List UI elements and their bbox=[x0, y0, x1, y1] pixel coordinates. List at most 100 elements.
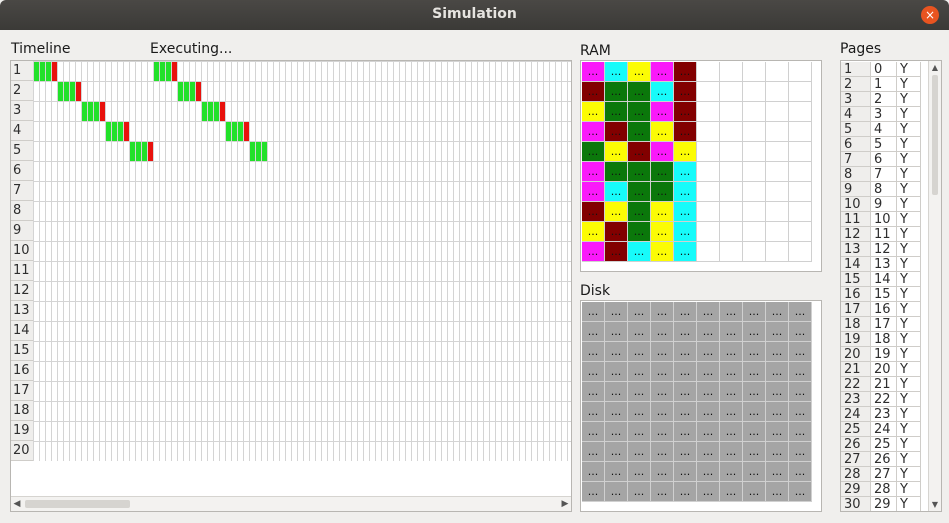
ram-frame-cell[interactable]: ... bbox=[605, 162, 628, 182]
page-row[interactable]: 28 27 Y bbox=[841, 467, 927, 482]
disk-block-cell[interactable]: ... bbox=[743, 482, 766, 502]
disk-block-cell[interactable]: ... bbox=[720, 322, 743, 342]
disk-block-cell[interactable]: ... bbox=[789, 382, 812, 402]
ram-frame-cell[interactable]: ... bbox=[582, 122, 605, 142]
ram-empty-cell[interactable] bbox=[697, 222, 720, 242]
disk-block-cell[interactable]: ... bbox=[674, 422, 697, 442]
ram-frame-cell[interactable]: ... bbox=[582, 162, 605, 182]
ram-frame-cell[interactable]: ... bbox=[582, 202, 605, 222]
ram-empty-cell[interactable] bbox=[720, 182, 743, 202]
disk-block-cell[interactable]: ... bbox=[628, 342, 651, 362]
ram-empty-cell[interactable] bbox=[789, 202, 812, 222]
ram-frame-cell[interactable]: ... bbox=[605, 122, 628, 142]
disk-block-cell[interactable]: ... bbox=[720, 382, 743, 402]
page-row[interactable]: 27 26 Y bbox=[841, 452, 927, 467]
disk-block-cell[interactable]: ... bbox=[674, 382, 697, 402]
pages-scroll-thumb[interactable] bbox=[932, 75, 938, 195]
page-row[interactable]: 30 29 Y bbox=[841, 497, 927, 511]
ram-frame-cell[interactable]: ... bbox=[674, 142, 697, 162]
disk-block-cell[interactable]: ... bbox=[766, 362, 789, 382]
ram-empty-cell[interactable] bbox=[789, 162, 812, 182]
disk-block-cell[interactable]: ... bbox=[651, 422, 674, 442]
disk-block-cell[interactable]: ... bbox=[766, 462, 789, 482]
ram-frame-cell[interactable]: ... bbox=[674, 62, 697, 82]
ram-empty-cell[interactable] bbox=[766, 162, 789, 182]
disk-block-cell[interactable]: ... bbox=[605, 462, 628, 482]
disk-block-cell[interactable]: ... bbox=[743, 382, 766, 402]
ram-frame-cell[interactable]: ... bbox=[674, 102, 697, 122]
ram-frame-cell[interactable]: ... bbox=[628, 142, 651, 162]
disk-block-cell[interactable]: ... bbox=[674, 402, 697, 422]
ram-frame-cell[interactable]: ... bbox=[628, 62, 651, 82]
disk-block-cell[interactable]: ... bbox=[674, 302, 697, 322]
disk-block-cell[interactable]: ... bbox=[582, 402, 605, 422]
disk-block-cell[interactable]: ... bbox=[582, 382, 605, 402]
page-row[interactable]: 43Y bbox=[841, 107, 927, 122]
ram-frame-cell[interactable]: ... bbox=[674, 162, 697, 182]
disk-block-cell[interactable]: ... bbox=[605, 442, 628, 462]
disk-block-cell[interactable]: ... bbox=[720, 422, 743, 442]
disk-block-cell[interactable]: ... bbox=[651, 382, 674, 402]
ram-empty-cell[interactable] bbox=[697, 82, 720, 102]
disk-block-cell[interactable]: ... bbox=[743, 402, 766, 422]
disk-block-cell[interactable]: ... bbox=[720, 402, 743, 422]
disk-block-cell[interactable]: ... bbox=[651, 302, 674, 322]
ram-frame-cell[interactable]: ... bbox=[651, 62, 674, 82]
ram-frame-cell[interactable]: ... bbox=[605, 62, 628, 82]
disk-block-cell[interactable]: ... bbox=[789, 402, 812, 422]
disk-block-cell[interactable]: ... bbox=[697, 462, 720, 482]
ram-frame-cell[interactable]: ... bbox=[582, 142, 605, 162]
ram-frame-cell[interactable]: ... bbox=[651, 82, 674, 102]
timeline-scroll-thumb[interactable] bbox=[25, 500, 130, 508]
ram-empty-cell[interactable] bbox=[766, 102, 789, 122]
ram-empty-cell[interactable] bbox=[720, 242, 743, 262]
ram-frame-cell[interactable]: ... bbox=[582, 182, 605, 202]
disk-block-cell[interactable]: ... bbox=[720, 302, 743, 322]
disk-block-cell[interactable]: ... bbox=[789, 322, 812, 342]
disk-block-cell[interactable]: ... bbox=[605, 322, 628, 342]
ram-frame-cell[interactable]: ... bbox=[628, 242, 651, 262]
ram-empty-cell[interactable] bbox=[789, 242, 812, 262]
ram-frame-cell[interactable]: ... bbox=[605, 182, 628, 202]
disk-block-cell[interactable]: ... bbox=[674, 442, 697, 462]
disk-block-cell[interactable]: ... bbox=[766, 442, 789, 462]
disk-block-cell[interactable]: ... bbox=[789, 422, 812, 442]
disk-block-cell[interactable]: ... bbox=[697, 482, 720, 502]
ram-empty-cell[interactable] bbox=[720, 62, 743, 82]
ram-empty-cell[interactable] bbox=[743, 242, 766, 262]
disk-block-cell[interactable]: ... bbox=[651, 362, 674, 382]
ram-empty-cell[interactable] bbox=[697, 202, 720, 222]
disk-block-cell[interactable]: ... bbox=[743, 342, 766, 362]
disk-block-cell[interactable]: ... bbox=[628, 382, 651, 402]
disk-block-cell[interactable]: ... bbox=[651, 462, 674, 482]
disk-block-cell[interactable]: ... bbox=[651, 322, 674, 342]
ram-frame-cell[interactable]: ... bbox=[582, 82, 605, 102]
disk-block-cell[interactable]: ... bbox=[789, 442, 812, 462]
page-row[interactable]: 76Y bbox=[841, 152, 927, 167]
disk-table[interactable]: ........................................… bbox=[580, 300, 822, 512]
page-row[interactable]: 32Y bbox=[841, 92, 927, 107]
ram-empty-cell[interactable] bbox=[766, 82, 789, 102]
disk-block-cell[interactable]: ... bbox=[628, 302, 651, 322]
disk-block-cell[interactable]: ... bbox=[605, 362, 628, 382]
ram-frame-cell[interactable]: ... bbox=[651, 162, 674, 182]
ram-frame-cell[interactable]: ... bbox=[651, 122, 674, 142]
page-row[interactable]: 19 18 Y bbox=[841, 332, 927, 347]
pages-table[interactable]: ▲ ▼ 1 0 Y 2 1 Y 3 2 Y 4 3 Y 5 4 Y 6 5 Y 7 6 Y 8 7 Y 9 8 Y 10 9 Y 11 10 Y… bbox=[840, 60, 942, 512]
disk-block-cell[interactable]: ... bbox=[605, 342, 628, 362]
ram-empty-cell[interactable] bbox=[766, 202, 789, 222]
timeline-horizontal-scrollbar[interactable]: ◀ ▶ bbox=[11, 496, 571, 511]
ram-empty-cell[interactable] bbox=[720, 142, 743, 162]
ram-empty-cell[interactable] bbox=[789, 222, 812, 242]
disk-block-cell[interactable]: ... bbox=[697, 322, 720, 342]
ram-empty-cell[interactable] bbox=[720, 202, 743, 222]
disk-block-cell[interactable]: ... bbox=[789, 302, 812, 322]
disk-block-cell[interactable]: ... bbox=[582, 322, 605, 342]
page-row[interactable]: 29 28 Y bbox=[841, 482, 927, 497]
disk-block-cell[interactable]: ... bbox=[766, 342, 789, 362]
ram-frame-cell[interactable]: ... bbox=[605, 102, 628, 122]
page-row[interactable]: 13 12 Y bbox=[841, 242, 927, 257]
ram-frame-cell[interactable]: ... bbox=[605, 82, 628, 102]
ram-empty-cell[interactable] bbox=[720, 162, 743, 182]
disk-block-cell[interactable]: ... bbox=[789, 362, 812, 382]
